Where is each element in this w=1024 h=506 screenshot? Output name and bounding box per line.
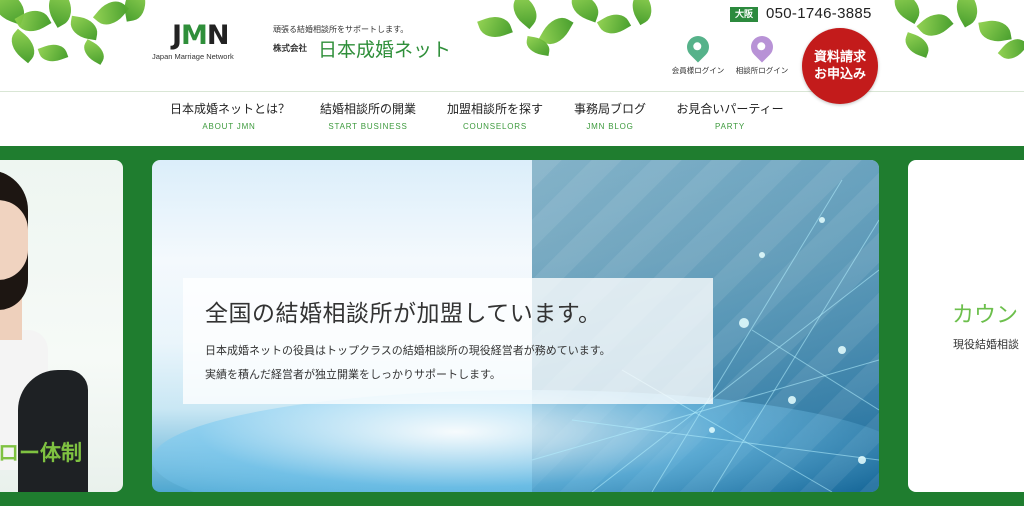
slide-headline: 全国の結婚相談所が加盟しています。 <box>205 301 602 327</box>
request-info-button[interactable]: 資料請求 お申込み <box>802 28 878 104</box>
slide-next-title: カウン <box>952 303 1019 328</box>
member-login-link[interactable]: 会員様ログイン <box>663 31 733 76</box>
global-nav: 日本成婚ネットとは？ ABOUT JMN 結婚相談所の開業 START BUSI… <box>0 92 1024 146</box>
photo-person-jacket <box>18 370 88 492</box>
slide-next[interactable]: カウン 現役結婚相談 <box>908 160 1024 492</box>
nav-sublabel: JMN BLOG <box>586 122 634 131</box>
nav-label: 結婚相談所の開業 <box>319 102 416 116</box>
nav-sublabel: PARTY <box>715 122 745 131</box>
nav-item-party[interactable]: お見合いパーティー PARTY <box>674 100 786 131</box>
house-pin-icon <box>746 31 778 63</box>
slide-text-box: 全国の結婚相談所が加盟しています。 日本成婚ネットの役員はトップクラスの結婚相談… <box>183 278 713 404</box>
nav-item-start-business[interactable]: 結婚相談所の開業 START BUSINESS <box>318 100 418 131</box>
nav-sublabel: START BUSINESS <box>328 122 408 131</box>
site-logo[interactable]: JMN Japan Marriage Network <box>152 20 262 66</box>
company-prefix: 株式会社 <box>273 43 308 53</box>
agency-login-link[interactable]: 相談所ログイン <box>727 31 797 76</box>
nav-item-about[interactable]: 日本成婚ネットとは？ ABOUT JMN <box>170 100 291 131</box>
logo-subtitle: Japan Marriage Network <box>152 52 234 61</box>
region-badge: 大阪 <box>730 7 758 22</box>
tagline: 頑張る結婚相談所をサポートします。 <box>273 25 409 34</box>
nav-label: お見合いパーティー <box>676 102 784 116</box>
nav-sublabel: COUNSELORS <box>462 122 527 131</box>
leaf-decoration-left <box>0 0 170 80</box>
slide-previous-caption: ロー体制 <box>0 441 82 465</box>
logo-mark: JMN <box>172 20 230 51</box>
cta-line-1: 資料請求 <box>813 50 866 65</box>
agency-login-label: 相談所ログイン <box>735 66 789 75</box>
company-name: 日本成婚ネット <box>318 39 452 61</box>
phone-number[interactable]: 050-1746-3885 <box>766 5 872 22</box>
slide-next-subtitle: 現役結婚相談 <box>953 338 1019 351</box>
nav-label: 加盟相談所を探す <box>446 102 543 116</box>
slide-body-line-2: 実績を積んだ経営者が独立開業をしっかりサポートします。 <box>205 368 501 381</box>
person-pin-icon <box>682 31 714 63</box>
nav-label: 事務局ブログ <box>573 102 646 116</box>
nav-label: 日本成婚ネットとは？ <box>170 102 291 116</box>
slide-body-line-1: 日本成婚ネットの役員はトップクラスの結婚相談所の現役経営者が務めています。 <box>205 344 611 357</box>
nav-item-counselors[interactable]: 加盟相談所を探す COUNSELORS <box>445 100 545 131</box>
member-login-label: 会員様ログイン <box>671 66 725 75</box>
cta-line-2: お申込み <box>813 67 866 82</box>
slide-current[interactable]: 全国の結婚相談所が加盟しています。 日本成婚ネットの役員はトップクラスの結婚相談… <box>152 160 879 492</box>
leaf-decoration-right <box>880 0 1024 70</box>
nav-sublabel: ABOUT JMN <box>202 122 256 131</box>
leaf-decoration-center <box>470 0 670 70</box>
nav-item-blog[interactable]: 事務局ブログ JMN BLOG <box>570 100 650 131</box>
slide-previous[interactable]: ロー体制 <box>0 160 123 492</box>
